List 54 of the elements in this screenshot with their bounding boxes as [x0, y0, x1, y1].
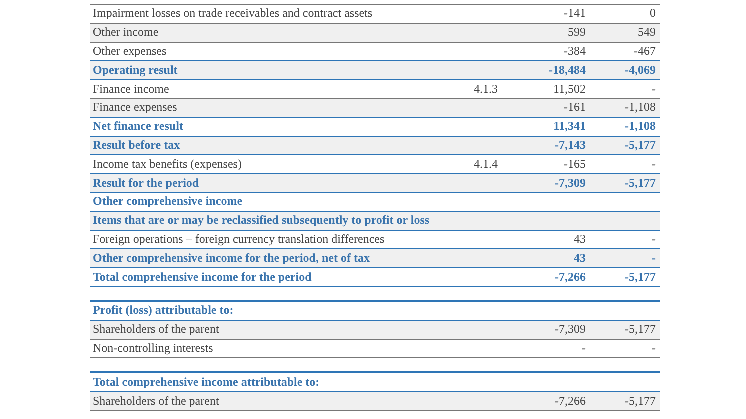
prior-year-value: -1,108 [625, 119, 656, 134]
current-year-value: 11,502 [553, 82, 586, 96]
current-year-value: -7,309 [555, 322, 586, 336]
row-label: Result before tax [92, 138, 182, 153]
row-label: Foreign operations – foreign currency translation differences [92, 232, 386, 247]
prior-year-value: -5,177 [625, 176, 656, 190]
row-label: Result for the period [92, 176, 200, 191]
prior-year-value: -4,069 [625, 62, 656, 77]
row-label: Income tax benefits (expenses) [92, 156, 243, 172]
prior-year-value: - [652, 250, 656, 265]
current-year-value: -7,266 [555, 394, 586, 408]
note-reference: 4.1.3 [474, 82, 498, 96]
prior-year-value: -467 [634, 44, 656, 58]
row-label: Other expenses [92, 44, 168, 59]
row-label: Other comprehensive income [92, 194, 244, 210]
row-label: Total comprehensive income attributable to: [92, 374, 321, 390]
row-label: Shareholders of the parent [92, 322, 220, 338]
row-label: Net finance result [92, 119, 184, 134]
prior-year-value: -5,177 [625, 322, 656, 336]
current-year-value: -7,143 [555, 138, 586, 152]
current-year-value: -161 [564, 100, 586, 114]
prior-year-value: -1,108 [625, 100, 656, 114]
current-year-value: 11,341 [554, 119, 586, 134]
prior-year-value: - [652, 232, 656, 246]
row-label: Impairment losses on trade receivables and contract assets [92, 6, 374, 22]
row-label: Other income [92, 25, 160, 40]
row-label: Non-controlling interests [92, 340, 214, 356]
prior-year-value: 0 [650, 6, 656, 20]
prior-year-value: 549 [638, 25, 656, 40]
current-year-value: 43 [574, 250, 586, 265]
current-year-value: -7,266 [555, 270, 586, 284]
prior-year-value: - [652, 156, 656, 171]
current-year-value: -384 [564, 44, 586, 58]
current-year-value: -7,309 [555, 176, 586, 190]
current-year-value: - [582, 340, 586, 355]
current-year-value: -18,484 [549, 62, 586, 77]
prior-year-value: -5,177 [625, 270, 656, 284]
prior-year-value: -5,177 [625, 394, 656, 408]
current-year-value: -141 [564, 6, 586, 20]
row-label: Finance expenses [92, 100, 178, 116]
row-label: Shareholders of the parent [92, 394, 220, 409]
current-year-value: -165 [564, 156, 586, 171]
row-label: Other comprehensive income for the period, net of tax [92, 250, 371, 266]
prior-year-value: - [652, 82, 656, 96]
note-reference: 4.1.4 [474, 156, 498, 171]
row-label: Operating result [92, 62, 179, 78]
current-year-value: 43 [574, 232, 586, 246]
prior-year-value: - [652, 340, 656, 355]
row-label: Finance income [92, 82, 170, 97]
current-year-value: 599 [568, 25, 586, 40]
row-label: Items that are or may be reclassified subsequently to profit or loss [92, 213, 431, 228]
row-label: Total comprehensive income for the period [92, 270, 313, 285]
prior-year-value: -5,177 [625, 138, 656, 152]
row-label: Profit (loss) attributable to: [92, 303, 235, 318]
